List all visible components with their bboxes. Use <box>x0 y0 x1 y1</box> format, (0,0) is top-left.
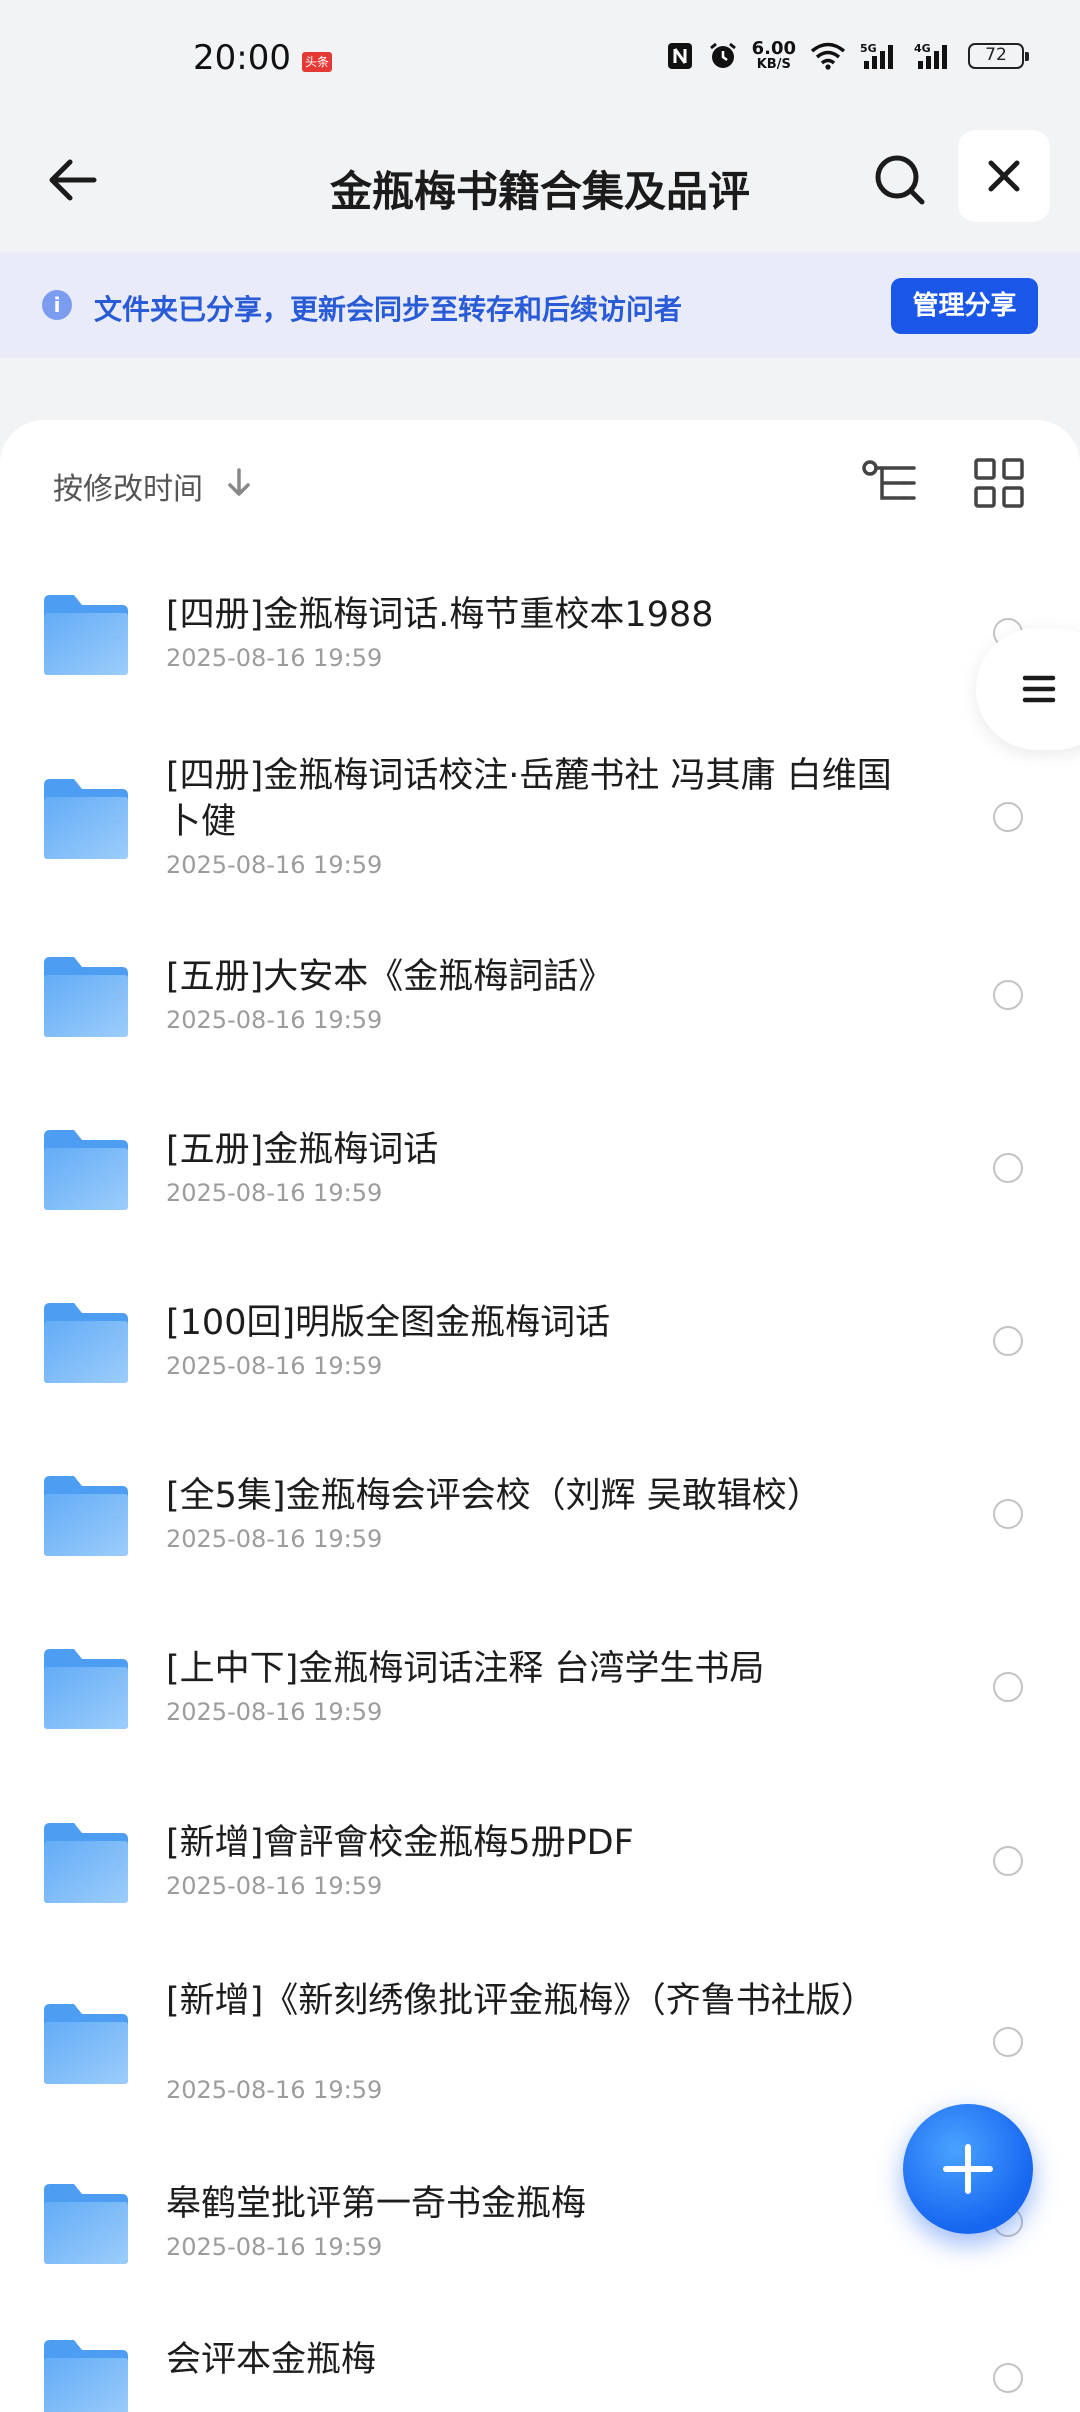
folder-icon <box>44 1303 128 1383</box>
folder-icon <box>44 2184 128 2264</box>
select-radio[interactable] <box>993 980 1023 1010</box>
select-radio[interactable] <box>993 802 1023 832</box>
network-speed-value: 6.00 <box>751 38 796 59</box>
file-modified-date: 2025-08-16 19:59 <box>166 1179 383 1207</box>
network-speed-unit: KB/S <box>756 57 791 72</box>
grid-view-icon[interactable] <box>972 456 1026 510</box>
plus-icon <box>943 2144 993 2194</box>
status-time: 20:00 <box>193 38 291 78</box>
close-button[interactable] <box>958 130 1050 222</box>
share-notice-text: 文件夹已分享，更新会同步至转存和后续访问者 <box>94 293 683 326</box>
file-list-item[interactable]: [新增]《新刻绣像批评金瓶梅》（齐鲁书社版） 2025-08-16 19:59 <box>0 1948 1080 2136</box>
signal-5g-icon: 5G <box>860 42 893 69</box>
file-list-panel: 按修改时间 [四册]金瓶梅词话.梅节重校本1988 2025-08-16 19:5… <box>0 420 1080 2412</box>
folder-icon <box>44 1476 128 1556</box>
folder-icon <box>44 595 128 675</box>
back-arrow-icon <box>49 159 97 201</box>
page-title: 金瓶梅书籍合集及品评 <box>329 167 750 216</box>
menu-lines-icon <box>1022 675 1056 703</box>
folder-icon <box>44 2004 128 2084</box>
file-modified-date: 2025-08-16 19:59 <box>166 1352 383 1380</box>
tree-view-icon[interactable] <box>860 458 920 508</box>
file-list-item[interactable]: [新增]會評會校金瓶梅5册PDF 2025-08-16 19:59 <box>0 1774 1080 1948</box>
select-radio[interactable] <box>993 2363 1023 2393</box>
signal-4g-icon: 4G <box>914 42 947 69</box>
battery-indicator: 72 <box>968 42 1029 69</box>
share-notice-banner: i 文件夹已分享，更新会同步至转存和后续访问者 管理分享 <box>0 252 1080 358</box>
file-name: 会评本金瓶梅 <box>166 2340 377 2380</box>
top-app-bar: 金瓶梅书籍合集及品评 <box>0 120 1080 252</box>
alarm-icon <box>709 42 736 68</box>
select-radio[interactable] <box>993 1153 1023 1183</box>
add-fab-button[interactable] <box>903 2104 1033 2234</box>
back-button[interactable] <box>40 148 104 212</box>
file-modified-date: 2025-08-16 19:59 <box>166 1872 383 1900</box>
status-bar: 20:00 头条 6.00 KB/S 5G 4G 72 <box>0 0 1080 120</box>
file-list-item[interactable]: [100回]明版全图金瓶梅词话 2025-08-16 19:59 <box>0 1254 1080 1428</box>
file-name: [四册]金瓶梅词话校注·岳麓书社 冯其庸 白维国卜健 <box>166 756 892 842</box>
file-list-item[interactable]: [四册]金瓶梅词话.梅节重校本1988 2025-08-16 19:59 <box>0 540 1080 726</box>
sort-toolbar: 按修改时间 <box>0 420 1080 540</box>
search-button[interactable] <box>866 146 934 214</box>
file-modified-date: 2025-08-16 19:59 <box>166 644 383 672</box>
select-radio[interactable] <box>993 1326 1023 1356</box>
folder-icon <box>44 1649 128 1729</box>
info-icon: i <box>42 290 72 320</box>
folder-icon <box>44 1823 128 1903</box>
sort-descending-icon[interactable] <box>226 468 252 498</box>
folder-icon <box>44 779 128 859</box>
file-name: [五册]大安本《金瓶梅詞話》 <box>166 957 614 997</box>
wifi-icon <box>810 42 846 70</box>
nfc-icon <box>667 42 692 69</box>
select-radio[interactable] <box>993 2027 1023 2057</box>
select-radio[interactable] <box>993 1846 1023 1876</box>
network-speed: 6.00 KB/S <box>751 38 796 72</box>
file-list-item[interactable]: [四册]金瓶梅词话校注·岳麓书社 冯其庸 白维国卜健 2025-08-16 19:… <box>0 726 1080 908</box>
file-name: 皋鹤堂批评第一奇书金瓶梅 <box>166 2184 587 2224</box>
file-modified-date: 2025-08-16 19:59 <box>166 2076 383 2104</box>
file-name: [全5集]金瓶梅会评会校（刘辉 吴敢辑校） <box>166 1476 822 1516</box>
file-list-item[interactable]: [五册]大安本《金瓶梅詞話》 2025-08-16 19:59 <box>0 908 1080 1082</box>
manage-share-button[interactable]: 管理分享 <box>891 278 1038 334</box>
file-modified-date: 2025-08-16 19:59 <box>166 851 383 879</box>
signal-5g-label: 5G <box>860 42 877 55</box>
file-name: [四册]金瓶梅词话.梅节重校本1988 <box>166 595 714 635</box>
folder-icon <box>44 1130 128 1210</box>
news-notification-badge: 头条 <box>302 52 332 72</box>
file-modified-date: 2025-08-16 19:59 <box>166 2233 383 2261</box>
file-list-item[interactable]: [五册]金瓶梅词话 2025-08-16 19:59 <box>0 1082 1080 1254</box>
file-name: [新增]《新刻绣像批评金瓶梅》（齐鲁书社版） <box>166 1981 876 2021</box>
signal-4g-label: 4G <box>914 42 931 55</box>
file-name: [上中下]金瓶梅词话注释 台湾学生书局 <box>166 1649 765 1689</box>
file-list-item[interactable]: [上中下]金瓶梅词话注释 台湾学生书局 2025-08-16 19:59 <box>0 1600 1080 1774</box>
close-icon <box>988 160 1020 192</box>
folder-icon <box>44 2340 128 2412</box>
select-radio[interactable] <box>993 1499 1023 1529</box>
file-modified-date: 2025-08-16 19:59 <box>166 1698 383 1726</box>
file-name: [新增]會評會校金瓶梅5册PDF <box>166 1823 634 1863</box>
file-modified-date: 2025-08-16 19:59 <box>166 1006 383 1034</box>
file-modified-date: 2025-08-16 19:59 <box>166 1525 383 1553</box>
status-icons: 6.00 KB/S 5G 4G 72 <box>666 38 1029 72</box>
search-icon <box>875 155 925 205</box>
file-list-item[interactable]: 会评本金瓶梅 <box>0 2308 1080 2412</box>
file-name: [五册]金瓶梅词话 <box>166 1130 439 1170</box>
sort-by-modified-button[interactable]: 按修改时间 <box>53 464 203 508</box>
folder-icon <box>44 957 128 1037</box>
select-radio[interactable] <box>993 1672 1023 1702</box>
file-list-item[interactable]: [全5集]金瓶梅会评会校（刘辉 吴敢辑校） 2025-08-16 19:59 <box>0 1428 1080 1600</box>
file-name: [100回]明版全图金瓶梅词话 <box>166 1303 611 1343</box>
app-screen: 20:00 头条 6.00 KB/S 5G 4G 72 金瓶梅书籍合集及品评 i… <box>0 0 1080 2412</box>
